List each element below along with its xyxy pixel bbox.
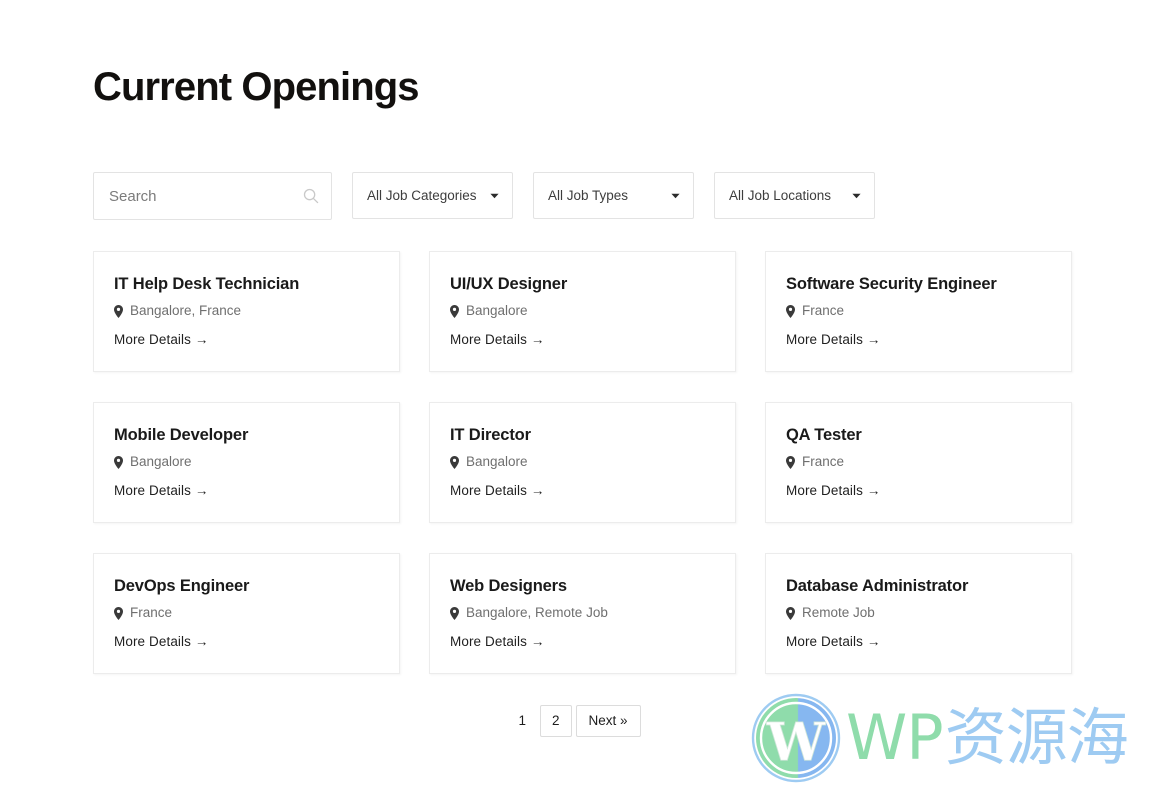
job-card-location: France	[114, 604, 379, 622]
job-card-title: Web Designers	[450, 577, 567, 595]
job-types-select-wrapper: All Job Types	[533, 172, 694, 219]
filter-bar: All Job Categories All Job Types	[93, 172, 875, 220]
job-card-location-label: Bangalore	[466, 454, 528, 469]
job-card[interactable]: IT Help Desk Technician Bangalore, France…	[93, 251, 400, 372]
job-card[interactable]: DevOps Engineer France More Details →	[93, 553, 400, 674]
map-pin-icon	[114, 455, 123, 469]
map-pin-icon	[114, 304, 123, 318]
job-card-location-label: Bangalore, France	[130, 303, 242, 318]
job-categories-select-wrapper: All Job Categories	[352, 172, 513, 219]
job-card-location: Remote Job	[786, 604, 1051, 622]
job-categories-select[interactable]: All Job Categories	[352, 172, 513, 219]
job-locations-select[interactable]: All Job Locations	[714, 172, 875, 219]
job-card-location-label: France	[802, 454, 845, 469]
job-card-more-details-link[interactable]: More Details →	[450, 482, 544, 500]
job-card-location-label: France	[802, 303, 845, 318]
job-card-title: DevOps Engineer	[114, 577, 250, 595]
job-card-more-details-link[interactable]: More Details →	[450, 331, 544, 349]
job-card[interactable]: UI/UX Designer Bangalore More Details →	[429, 251, 736, 372]
map-pin-icon	[450, 304, 459, 318]
job-card-title: UI/UX Designer	[450, 275, 568, 293]
job-card-location: France	[786, 453, 1051, 471]
job-types-select[interactable]: All Job Types	[533, 172, 694, 219]
job-types-select-label: All Job Types	[548, 188, 629, 203]
map-pin-icon	[786, 606, 795, 620]
job-card-title: IT Help Desk Technician	[114, 275, 300, 293]
job-card-title: Database Administrator	[786, 577, 969, 595]
chevron-down-icon	[852, 193, 861, 199]
job-card-location-label: Bangalore, Remote Job	[466, 605, 608, 620]
pagination: 1 2 Next »	[0, 705, 1151, 737]
job-categories-select-label: All Job Categories	[367, 188, 477, 203]
job-card-title: QA Tester	[786, 426, 862, 444]
wp-resource-watermark: W WP资源海	[748, 688, 1140, 788]
job-card-more-details-link[interactable]: More Details →	[786, 331, 880, 349]
job-card-location: Bangalore, Remote Job	[450, 604, 715, 622]
pagination-next-button[interactable]: Next »	[575, 705, 641, 737]
job-card[interactable]: Mobile Developer Bangalore More Details →	[93, 402, 400, 523]
job-card-more-details-link[interactable]: More Details →	[450, 633, 544, 651]
map-pin-icon	[786, 304, 795, 318]
job-locations-select-wrapper: All Job Locations	[714, 172, 875, 219]
job-card-more-details-link[interactable]: More Details →	[786, 633, 880, 651]
chevron-down-icon	[671, 193, 680, 199]
job-card-location-label: Remote Job	[802, 605, 875, 620]
job-card-title: IT Director	[450, 426, 531, 444]
job-card[interactable]: IT Director Bangalore More Details →	[429, 402, 736, 523]
job-card-location-label: France	[130, 605, 173, 620]
job-locations-select-label: All Job Locations	[729, 188, 832, 203]
search-field-wrapper	[93, 172, 332, 220]
job-card-title: Mobile Developer	[114, 426, 249, 444]
job-card-location: Bangalore	[450, 453, 715, 471]
job-card-more-details-link[interactable]: More Details →	[114, 331, 208, 349]
map-pin-icon	[786, 455, 795, 469]
job-card-location: Bangalore	[450, 302, 715, 320]
job-card-location: France	[786, 302, 1051, 320]
jobs-listing-page: Current Openings All Job Categories	[0, 0, 1151, 798]
map-pin-icon	[450, 606, 459, 620]
job-card[interactable]: QA Tester France More Details →	[765, 402, 1072, 523]
job-card-more-details-link[interactable]: More Details →	[114, 482, 208, 500]
chevron-down-icon	[490, 193, 499, 199]
job-card-location: Bangalore	[114, 453, 379, 471]
search-input[interactable]	[93, 172, 332, 220]
job-card[interactable]: Software Security Engineer France More Det…	[765, 251, 1072, 372]
pagination-inner: 1 2 Next »	[508, 705, 641, 737]
job-card[interactable]: Database Administrator Remote Job More Det…	[765, 553, 1072, 674]
pagination-page-2[interactable]: 2	[539, 705, 572, 737]
job-card-more-details-link[interactable]: More Details →	[114, 633, 208, 651]
map-pin-icon	[114, 606, 123, 620]
job-card-title: Software Security Engineer	[786, 275, 997, 293]
job-listings-grid: IT Help Desk Technician Bangalore, France…	[93, 251, 1075, 674]
pagination-current-page: 1	[518, 713, 526, 728]
job-card-location: Bangalore, France	[114, 302, 379, 320]
map-pin-icon	[450, 455, 459, 469]
job-card-location-label: Bangalore	[466, 303, 528, 318]
job-card-location-label: Bangalore	[130, 454, 192, 469]
job-card[interactable]: Web Designers Bangalore, Remote Job More D…	[429, 553, 736, 674]
job-card-more-details-link[interactable]: More Details →	[786, 482, 880, 500]
page-title: Current Openings	[93, 65, 420, 109]
